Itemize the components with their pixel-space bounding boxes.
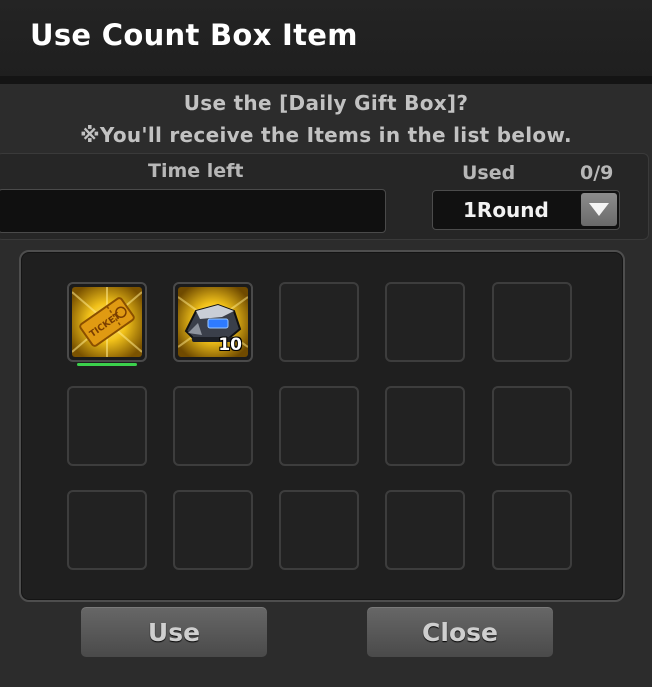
item-slot-booster[interactable]: 10: [173, 282, 253, 362]
item-list-panel: TICKET 10: [19, 250, 625, 602]
empty-slot: [173, 386, 253, 466]
empty-slot: [279, 282, 359, 362]
empty-slot: [492, 386, 572, 466]
ticket-icon: TICKET: [72, 287, 142, 357]
item-slot-ticket[interactable]: TICKET: [67, 282, 147, 366]
dialog-title: Use Count Box Item: [30, 18, 358, 52]
time-left-label: Time left: [148, 160, 244, 182]
used-count: 0/9: [580, 162, 614, 184]
round-dropdown[interactable]: 1Round: [432, 190, 620, 230]
close-button[interactable]: Close: [366, 606, 554, 658]
title-bar: Use Count Box Item: [0, 0, 652, 84]
item-quantity: 10: [218, 335, 242, 355]
round-selected-value: 1Round: [463, 198, 549, 222]
empty-slot: [385, 282, 465, 362]
use-button-label: Use: [147, 618, 201, 647]
empty-slot: [492, 282, 572, 362]
empty-slot: [67, 490, 147, 570]
speed-booster-icon: 10: [178, 287, 248, 357]
chevron-down-icon: [589, 203, 609, 216]
confirm-message: Use the [Daily Gift Box]?: [183, 91, 469, 115]
use-button[interactable]: Use: [80, 606, 268, 658]
use-count-box-dialog: Use Count Box Item Use the [Daily Gift B…: [0, 0, 652, 687]
time-left-field: [0, 189, 386, 233]
empty-slot: [279, 386, 359, 466]
empty-slot: [492, 490, 572, 570]
empty-slot: [385, 490, 465, 570]
dropdown-button[interactable]: [581, 193, 617, 226]
empty-slot: [385, 386, 465, 466]
used-label: Used: [462, 162, 516, 184]
empty-slot: [279, 490, 359, 570]
receive-notice: ※You'll receive the Items in the list be…: [80, 123, 572, 147]
empty-slot: [173, 490, 253, 570]
close-button-label: Close: [422, 618, 498, 647]
empty-slot: [67, 386, 147, 466]
